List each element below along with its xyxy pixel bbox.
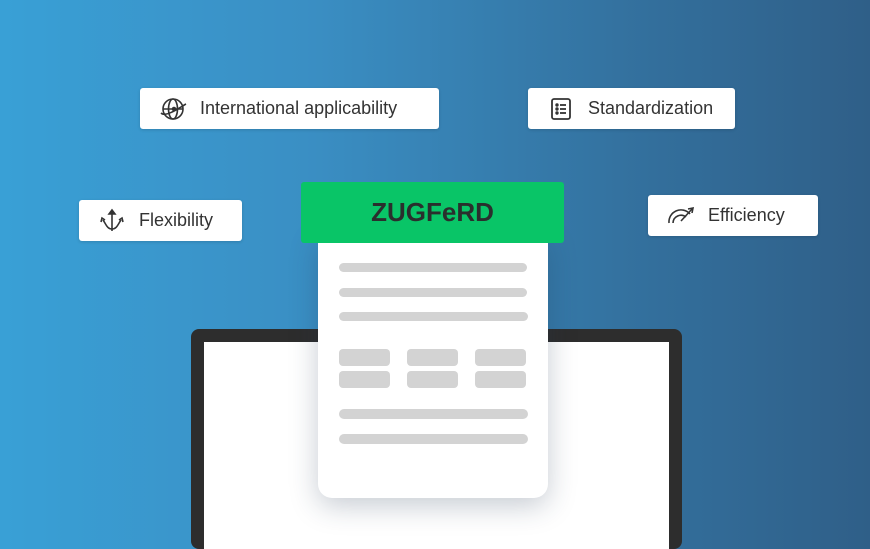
feature-efficiency: Efficiency xyxy=(648,195,818,236)
text-line-placeholder xyxy=(339,434,528,444)
list-icon xyxy=(551,97,571,120)
speedometer-icon xyxy=(668,206,695,223)
table-cell-placeholder xyxy=(407,349,458,366)
invoice-document xyxy=(318,236,548,498)
table-cell-placeholder xyxy=(475,349,526,366)
document-title: ZUGFeRD xyxy=(371,197,494,227)
feature-label: Flexibility xyxy=(139,210,214,230)
feature-label: International applicability xyxy=(200,98,398,118)
feature-flexibility: Flexibility xyxy=(79,200,242,241)
text-line-placeholder xyxy=(339,263,527,272)
table-cell-placeholder xyxy=(339,371,390,388)
feature-standardization: Standardization xyxy=(528,88,735,129)
globe-icon xyxy=(160,97,187,120)
table-cell-placeholder xyxy=(407,371,458,388)
zugferd-banner: ZUGFeRD xyxy=(301,182,564,243)
feature-label: Efficiency xyxy=(708,205,785,225)
text-line-placeholder xyxy=(339,409,528,419)
table-cell-placeholder xyxy=(339,349,390,366)
branching-arrows-icon xyxy=(100,208,124,231)
feature-label: Standardization xyxy=(588,98,714,118)
feature-international-applicability: International applicability xyxy=(140,88,439,129)
text-line-placeholder xyxy=(339,288,527,297)
text-line-placeholder xyxy=(339,312,528,321)
table-cell-placeholder xyxy=(475,371,526,388)
